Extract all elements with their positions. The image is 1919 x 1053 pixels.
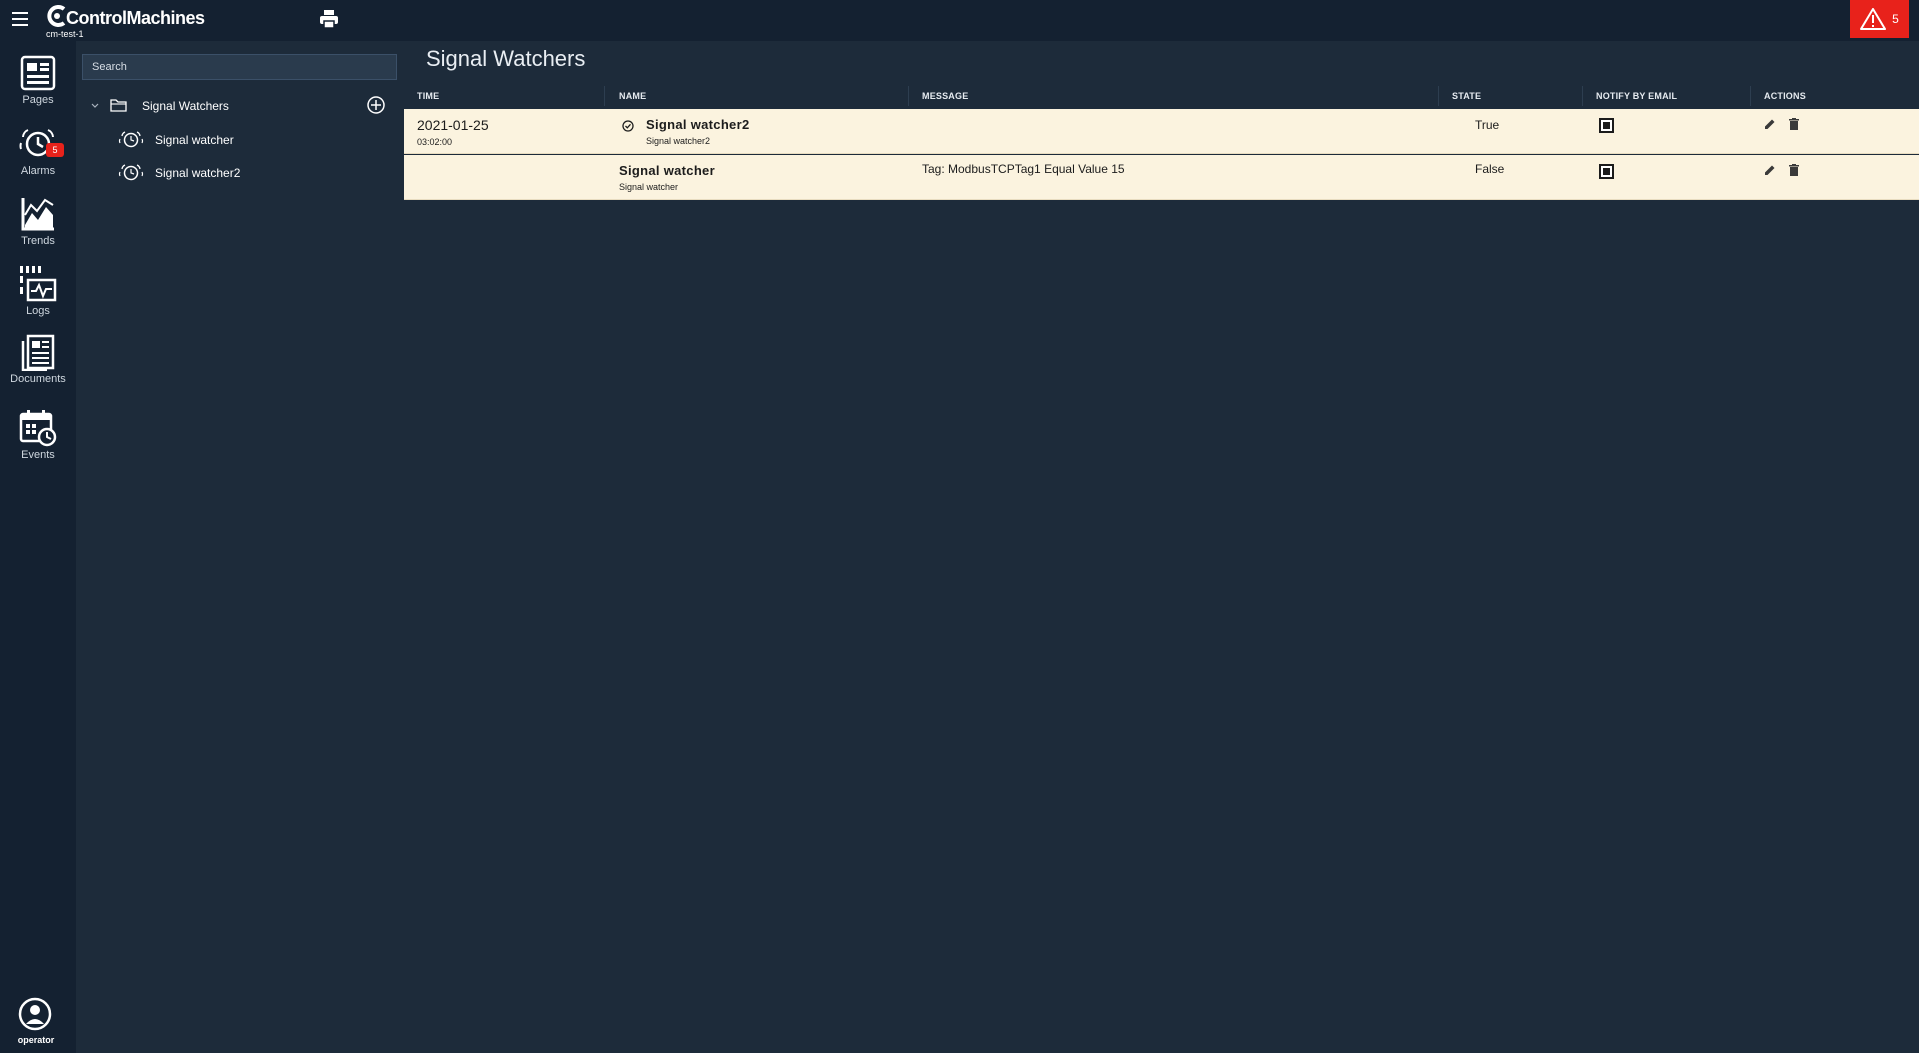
delete-trash-icon[interactable] xyxy=(1787,117,1801,131)
pages-icon xyxy=(20,55,56,91)
nav-item-logs[interactable]: Logs xyxy=(0,265,76,329)
column-divider xyxy=(1750,86,1751,106)
nav-label-events: Events xyxy=(21,449,55,461)
row-time: 03:02:00 xyxy=(417,137,453,147)
top-bar: ControlMachines cm-test-1 5 xyxy=(0,0,1919,41)
row-name: Signal watcher xyxy=(619,163,715,178)
row-date: 2021-01-25 xyxy=(417,117,489,133)
alarm-clock-icon xyxy=(118,164,144,181)
column-header-time[interactable]: TIME xyxy=(417,87,439,105)
nav-item-documents[interactable]: Documents xyxy=(0,333,76,397)
notify-checkbox[interactable] xyxy=(1599,118,1614,133)
nav-item-events[interactable]: Events xyxy=(0,409,76,473)
alarms-badge: 5 xyxy=(46,143,64,157)
nav-label-documents: Documents xyxy=(10,373,66,385)
menu-icon[interactable] xyxy=(12,9,32,29)
check-circle-icon xyxy=(622,120,634,132)
nav-label-pages: Pages xyxy=(22,94,54,106)
row-name: Signal watcher2 xyxy=(646,117,750,132)
table-row[interactable]: Signal watcher Signal watcher Tag: Modbu… xyxy=(404,155,1919,200)
column-header-state[interactable]: STATE xyxy=(1452,87,1481,105)
nav-label-trends: Trends xyxy=(21,235,55,247)
alarm-count: 5 xyxy=(1892,12,1899,26)
add-watcher-button[interactable] xyxy=(366,95,386,115)
tree-item-label: Signal watcher xyxy=(155,133,234,147)
row-state: False xyxy=(1475,162,1505,176)
page-title: Signal Watchers xyxy=(426,46,586,71)
edit-pencil-icon[interactable] xyxy=(1763,163,1777,177)
row-state: True xyxy=(1475,118,1500,132)
tree-item-signal-watcher2[interactable]: Signal watcher2 xyxy=(118,161,378,183)
folder-icon xyxy=(110,99,127,112)
logs-icon xyxy=(20,266,57,302)
user-name: operator xyxy=(17,1035,55,1045)
column-divider xyxy=(908,86,909,106)
print-icon[interactable] xyxy=(318,8,340,30)
column-header-name[interactable]: NAME xyxy=(619,87,646,105)
chevron-down-icon[interactable] xyxy=(90,100,100,110)
add-circle-icon xyxy=(367,96,385,114)
row-subname: Signal watcher xyxy=(619,182,679,192)
device-name: cm-test-1 xyxy=(46,29,84,39)
table-row[interactable]: 2021-01-25 03:02:00 Signal watcher2 Sign… xyxy=(404,109,1919,154)
tree-item-label: Signal watcher2 xyxy=(155,166,241,180)
table-header: TIME NAME MESSAGE STATE NOTIFY BY EMAIL … xyxy=(404,84,1919,108)
tree-panel xyxy=(76,41,403,1053)
notify-checkbox[interactable] xyxy=(1599,164,1614,179)
nav-item-pages[interactable]: Pages xyxy=(0,54,76,118)
column-header-message[interactable]: MESSAGE xyxy=(922,87,968,105)
row-message: Tag: ModbusTCPTag1 Equal Value 15 xyxy=(922,162,1125,176)
trends-chart-icon xyxy=(21,198,54,231)
alarm-clock-icon xyxy=(118,131,144,148)
column-divider xyxy=(1582,86,1583,106)
events-calendar-icon xyxy=(19,410,57,447)
edit-pencil-icon[interactable] xyxy=(1763,117,1777,131)
tree-folder-signal-watchers[interactable]: Signal Watchers xyxy=(90,96,390,116)
tree-item-signal-watcher[interactable]: Signal watcher xyxy=(118,128,378,150)
nav-rail: Pages Alarms 5 Trends Logs Documents Eve… xyxy=(0,41,76,1053)
nav-item-alarms[interactable]: Alarms xyxy=(0,125,76,189)
warning-icon xyxy=(1860,8,1887,30)
user-avatar-icon xyxy=(18,997,52,1031)
alarm-indicator-button[interactable]: 5 xyxy=(1850,0,1909,38)
brand-name: ControlMachines xyxy=(66,8,205,28)
user-menu[interactable]: operator xyxy=(0,993,76,1049)
delete-trash-icon[interactable] xyxy=(1787,163,1801,177)
tree-folder-label: Signal Watchers xyxy=(142,99,229,113)
search-input[interactable] xyxy=(82,54,397,80)
column-divider xyxy=(1438,86,1439,106)
column-header-notify[interactable]: NOTIFY BY EMAIL xyxy=(1596,87,1677,105)
row-subname: Signal watcher2 xyxy=(646,136,711,146)
column-divider xyxy=(604,86,605,106)
nav-item-trends[interactable]: Trends xyxy=(0,195,76,259)
documents-icon xyxy=(21,334,55,371)
nav-label-alarms: Alarms xyxy=(20,165,56,177)
column-header-actions: ACTIONS xyxy=(1764,91,1806,101)
nav-label-logs: Logs xyxy=(26,305,50,317)
